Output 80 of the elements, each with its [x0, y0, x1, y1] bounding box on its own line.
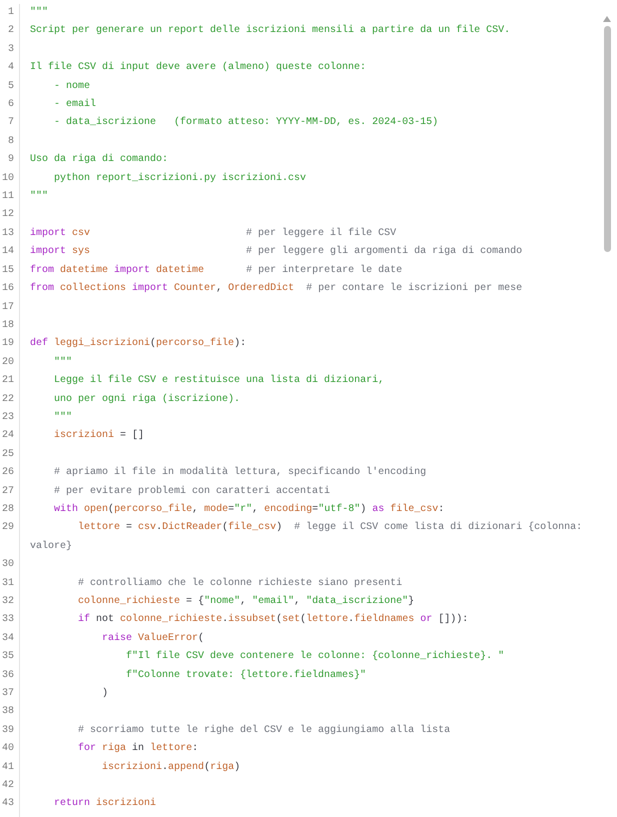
- line-number: 40: [0, 742, 14, 756]
- code-line: def leggi_iscrizioni(percorso_file):: [30, 336, 248, 352]
- line-number: 42: [0, 779, 14, 794]
- line-number: 21: [0, 374, 14, 388]
- code-line: Script per generare un report delle iscrizioni mensili a partire da un file CSV.: [30, 24, 512, 38]
- code-line: for riga in lettore:: [77, 742, 200, 756]
- line-number: 6: [6, 98, 14, 112]
- code-line: """: [53, 410, 74, 425]
- line-number: 15: [0, 264, 14, 278]
- code-line: import csv # per leggere il file CSV: [30, 226, 398, 241]
- line-number: 41: [0, 760, 14, 775]
- line-number: 16: [0, 282, 14, 296]
- code-line: f"Il file CSV deve contenere le colonne: {colonne_richieste}. ": [125, 650, 506, 664]
- line-number: 35: [0, 650, 14, 664]
- code-line: with open(percorso_file, mode="r", encoding="utf-8") as file_csv:: [53, 502, 446, 517]
- line-number: 17: [0, 300, 14, 314]
- line-number: 24: [0, 429, 14, 444]
- line-number: 10: [0, 172, 14, 186]
- code-line: from collections import Counter, OrderedDict # per contare le iscrizioni per mese: [30, 282, 524, 296]
- line-number: 11: [0, 190, 14, 204]
- code-line: # apriamo il file in modalità lettura, specificando l'encoding: [53, 466, 428, 480]
- code-line: ): [101, 686, 110, 702]
- line-number: 1: [6, 6, 14, 20]
- code-line: iscrizioni.append(riga): [101, 760, 242, 775]
- code-line: # scorriamo tutte le righe del CSV e le aggiungiamo alla lista: [77, 724, 452, 738]
- line-number: 25: [0, 448, 14, 462]
- code-line: uno per ogni riga (iscrizione).: [53, 392, 242, 407]
- code-line: - email: [53, 98, 98, 112]
- code-line: # per evitare problemi con caratteri accentati: [53, 484, 332, 499]
- scrollbar-thumb[interactable]: [604, 26, 610, 252]
- code-line: """: [53, 356, 74, 370]
- line-number: 8: [6, 134, 14, 149]
- code-line: python report_iscrizioni.py iscrizioni.csv: [53, 172, 308, 186]
- line-number: 38: [0, 705, 14, 720]
- line-number: 36: [0, 668, 14, 683]
- line-number: 28: [0, 502, 14, 517]
- scrollbar[interactable]: [603, 16, 611, 252]
- line-number: 32: [0, 595, 14, 609]
- line-number: 2: [6, 24, 14, 38]
- code-line: import sys # per leggere gli argomenti da riga di comando: [30, 244, 524, 260]
- code-line: from datetime import datetime # per interpretare le date: [30, 264, 404, 278]
- line-number: 9: [6, 153, 14, 168]
- line-number: 43: [0, 797, 14, 812]
- line-number: 20: [0, 356, 14, 370]
- line-number: 31: [0, 576, 14, 591]
- scroll-up-arrow-icon[interactable]: [603, 16, 611, 22]
- code-line: lettore = csv.DictReader(file_csv) # legge il CSV come lista di dizionari {colonna: valore}: [30, 520, 584, 554]
- code-line: raise ValueError(: [101, 632, 206, 646]
- line-number: 37: [0, 687, 14, 702]
- code-line: Uso da riga di comando:: [30, 152, 170, 168]
- line-number: 4: [6, 61, 14, 76]
- line-number: 5: [6, 80, 14, 94]
- line-number: 18: [0, 318, 14, 333]
- line-number: 12: [0, 208, 14, 222]
- line-number: 33: [0, 613, 14, 628]
- line-number: 22: [0, 392, 14, 407]
- code-line: f"Colonne trovate: {lettore.fieldnames}": [125, 668, 368, 683]
- line-number: 26: [0, 466, 14, 480]
- code-line: return iscrizioni: [53, 796, 158, 812]
- line-number: 13: [0, 226, 14, 241]
- code-line: colonne_richieste = {"nome", "email", "data_iscrizione"}: [77, 594, 416, 609]
- code-line: """: [30, 190, 50, 204]
- line-number: 39: [0, 724, 14, 738]
- code-line: iscrizioni = []: [53, 428, 146, 444]
- code-line: Il file CSV di input deve avere (almeno) queste colonne:: [30, 60, 368, 76]
- code-line: # controlliamo che le colonne richieste siano presenti: [77, 576, 404, 591]
- code-line: - nome: [53, 80, 92, 94]
- code-line: - data_iscrizione (formato atteso: YYYY-MM-DD, es. 2024-03-15): [53, 116, 440, 130]
- line-number: 30: [0, 558, 14, 572]
- line-number: 7: [6, 116, 14, 130]
- code-line: """: [30, 6, 50, 20]
- code-line: if not colonne_richieste.issubset(set(lettore.fieldnames or [])):: [77, 612, 470, 628]
- line-number: 3: [6, 42, 14, 57]
- line-number: 29: [0, 521, 14, 536]
- line-number: 23: [0, 410, 14, 425]
- line-number: 27: [0, 484, 14, 499]
- code-line: Legge il file CSV e restituisce una lista di dizionari,: [53, 374, 386, 388]
- line-number: 19: [0, 337, 14, 352]
- line-number: 14: [0, 245, 14, 260]
- line-number: 34: [0, 632, 14, 646]
